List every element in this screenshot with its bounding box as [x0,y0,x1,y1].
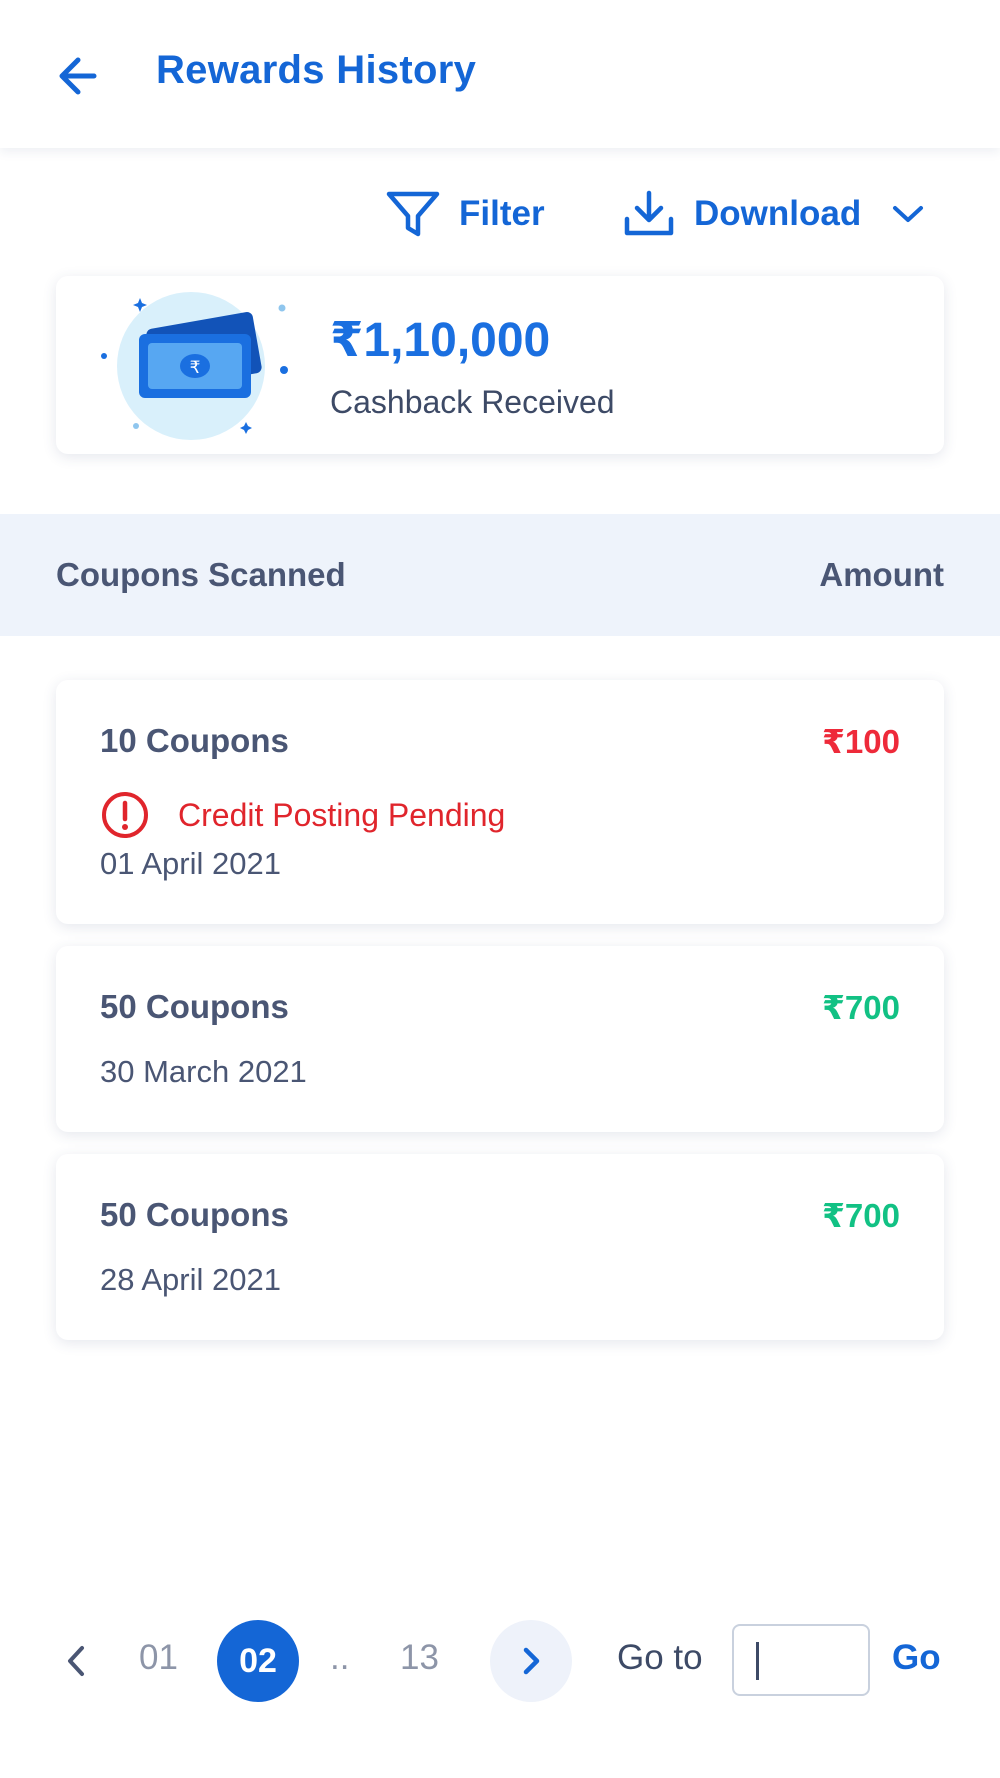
list-item[interactable]: 10 Coupons ₹100 Credit Posting Pending 0… [56,680,944,924]
cashback-label: Cashback Received [330,384,615,420]
cashback-summary-card: ₹ ₹1,10,000 Cashback Received [56,276,944,454]
coupon-count: 50 Coupons [100,988,289,1025]
back-button[interactable] [52,48,112,104]
status-text: Credit Posting Pending [178,796,506,833]
cashback-amount: ₹1,10,000 [330,314,551,367]
filter-label: Filter [459,194,545,233]
current-page[interactable]: 02 [217,1620,299,1702]
coupon-count: 50 Coupons [100,1196,289,1233]
download-icon [624,190,674,236]
table-header: Coupons Scanned Amount [0,514,1000,636]
chevron-right-icon [523,1647,540,1675]
chevron-down-icon[interactable] [891,204,925,224]
goto-page-input[interactable] [732,1624,870,1696]
arrow-left-icon [59,57,97,95]
filter-icon [386,191,440,237]
chevron-left-icon [68,1646,84,1676]
reward-amount: ₹700 [821,989,900,1026]
app-header: Rewards History [0,0,1000,148]
download-label: Download [694,194,862,233]
svg-text:₹: ₹ [190,358,201,378]
page-number[interactable]: 13 [400,1638,439,1678]
goto-label: Go to [617,1638,703,1677]
scan-date: 01 April 2021 [100,846,281,881]
next-page-button[interactable] [490,1620,572,1702]
scan-date: 30 March 2021 [100,1054,307,1089]
go-button[interactable]: Go [892,1638,941,1678]
column-header-coupons: Coupons Scanned [56,556,346,593]
cash-illustration-icon: ₹ [101,292,288,440]
page-ellipsis: .. [330,1638,350,1677]
filter-button[interactable]: Filter [385,186,545,242]
reward-amount: ₹700 [821,1197,900,1234]
status-badge: Credit Posting Pending [100,790,505,840]
list-item[interactable]: 50 Coupons ₹700 28 April 2021 [56,1154,944,1340]
coupon-count: 10 Coupons [100,722,289,759]
download-button[interactable]: Download [622,186,925,242]
text-cursor [756,1642,759,1680]
page-title: Rewards History [156,48,477,92]
pagination: 01 02 .. 13 Go to Go [0,1618,1000,1702]
alert-icon [102,792,148,838]
reward-amount: ₹100 [821,723,900,760]
page-number[interactable]: 01 [139,1638,178,1678]
scan-date: 28 April 2021 [100,1262,281,1297]
list-item[interactable]: 50 Coupons ₹700 30 March 2021 [56,946,944,1132]
column-header-amount: Amount [819,556,944,593]
previous-page-button[interactable] [52,1636,102,1686]
